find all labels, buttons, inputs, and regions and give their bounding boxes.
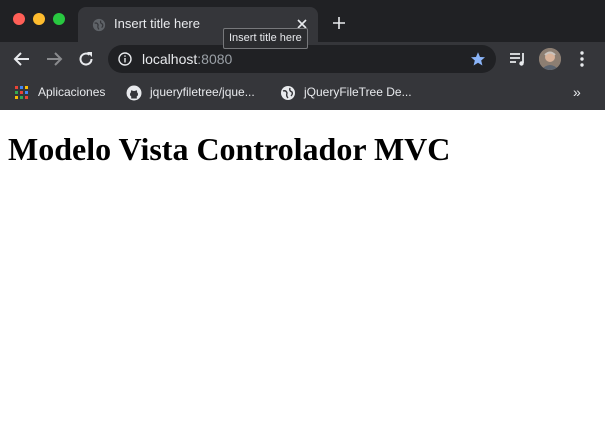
browser-chrome: Insert title here localhost:8080 Aplicac…: [0, 0, 605, 110]
kebab-menu-icon[interactable]: [572, 49, 592, 69]
apps-grid-icon: [15, 86, 28, 99]
bookmarks-overflow-button[interactable]: »: [573, 84, 581, 100]
close-window-button[interactable]: [13, 13, 25, 25]
bookmark-label: jQueryFileTree De...: [304, 85, 412, 99]
plus-icon[interactable]: [331, 15, 347, 31]
media-queue-icon[interactable]: [508, 49, 528, 69]
globe-icon: [92, 18, 106, 32]
avatar[interactable]: [539, 48, 561, 70]
bookmarks-bar: Aplicaciones jqueryfiletree/jque... jQue…: [0, 79, 605, 107]
url-port: :8080: [197, 51, 233, 67]
page-content: Modelo Vista Controlador MVC: [0, 110, 605, 426]
back-arrow-icon[interactable]: [12, 49, 32, 69]
tab-title: Insert title here: [114, 16, 200, 31]
minimize-window-button[interactable]: [33, 13, 45, 25]
url-host: localhost: [142, 51, 198, 67]
reload-icon[interactable]: [76, 49, 96, 69]
address-bar[interactable]: localhost:8080: [108, 45, 496, 73]
avatar-image: [539, 48, 561, 70]
forward-arrow-icon[interactable]: [44, 49, 64, 69]
github-icon: [126, 85, 142, 101]
bookmark-label: jqueryfiletree/jque...: [150, 85, 255, 99]
url-text: localhost:8080: [142, 51, 232, 67]
zoom-window-button[interactable]: [53, 13, 65, 25]
info-icon[interactable]: [118, 52, 132, 66]
star-icon[interactable]: [470, 51, 486, 67]
globe-icon: [281, 86, 295, 100]
tab-tooltip: Insert title here: [223, 28, 308, 49]
bookmark-label: Aplicaciones: [38, 85, 106, 99]
page-title: Modelo Vista Controlador MVC: [8, 131, 451, 167]
